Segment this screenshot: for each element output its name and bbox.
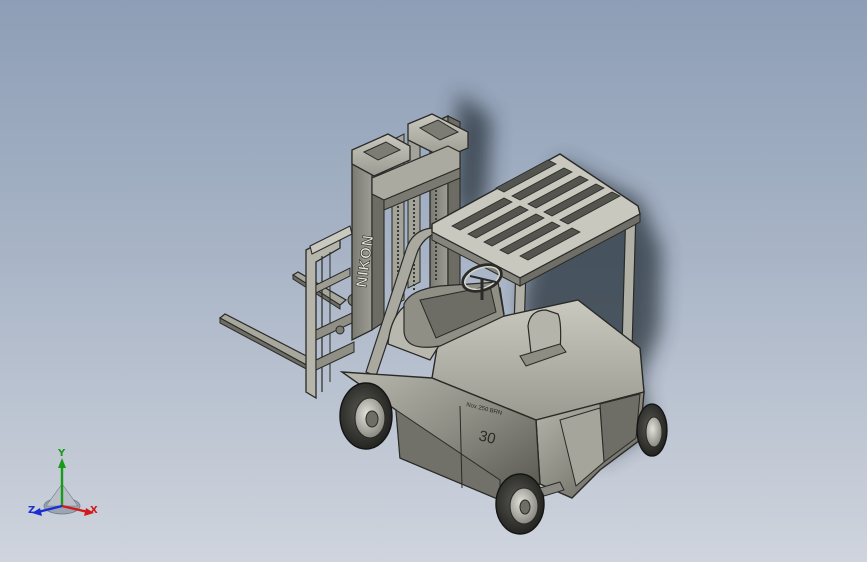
z-axis-label: Z [28, 505, 36, 516]
graphics-viewport[interactable]: NIKON Nox 250 BRN 30 Y X Z [0, 0, 867, 562]
y-axis-label: Y [58, 448, 66, 459]
coordinate-triad: Y X Z [22, 448, 108, 524]
front-wheel-left[interactable] [339, 382, 393, 450]
x-axis-label: X [90, 505, 98, 516]
forklift-model[interactable]: NIKON Nox 250 BRN 30 [0, 0, 867, 562]
rear-wheel-left[interactable] [495, 473, 545, 535]
rear-wheel-right[interactable] [636, 403, 668, 457]
